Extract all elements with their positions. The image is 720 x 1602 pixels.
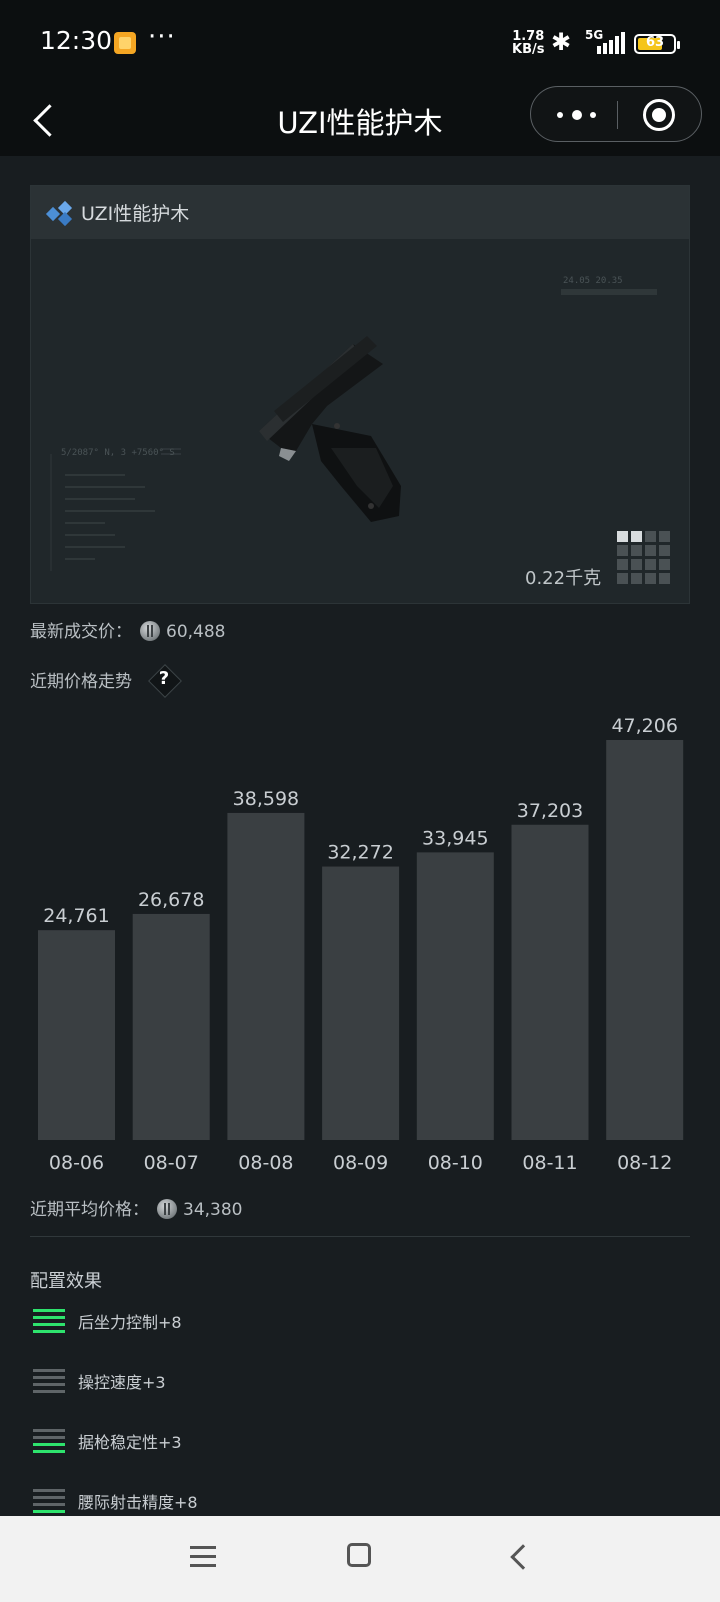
level-bars-icon: [33, 1429, 65, 1453]
latest-price-label: 最新成交价：: [30, 622, 132, 642]
average-price-label: 近期平均价格：: [30, 1200, 149, 1220]
network-speed-unit: KB/s: [512, 42, 545, 57]
chart-category-label: 08-06: [49, 1152, 104, 1174]
chart-bar: [227, 812, 305, 1140]
system-back-icon[interactable]: [508, 1544, 532, 1568]
chart-bar: [606, 740, 684, 1140]
battery-icon: 63: [634, 34, 680, 54]
chart-bar: [38, 930, 115, 1140]
chart-bar: [322, 866, 400, 1140]
level-bars-icon: [33, 1369, 65, 1393]
chart-value-label: 38,598: [233, 788, 299, 810]
chart-category-label: 08-12: [617, 1152, 672, 1174]
hud-top-readout: 24.05 20.35: [563, 276, 623, 286]
effect-label: 操控速度+3: [78, 1373, 166, 1392]
notes-app-icon: [114, 32, 136, 54]
weapon-part-image: [259, 336, 401, 522]
chart-value-label: 37,203: [517, 800, 583, 822]
miniprogram-capsule: [530, 86, 702, 142]
effect-label: 腰际射击精度+8: [78, 1493, 198, 1512]
help-icon-glyph: ?: [158, 668, 170, 689]
status-time: 12:30: [40, 26, 113, 55]
chart-category-label: 08-10: [428, 1152, 483, 1174]
hud-coordinates: 5/2087° N, 3 +7560° S: [61, 448, 175, 458]
battery-level: 63: [645, 35, 665, 50]
config-effects-title: 配置效果: [30, 1271, 102, 1292]
item-weight: 0.22千克: [525, 568, 602, 589]
coin-icon: [157, 1199, 177, 1219]
average-price-value: 34,380: [183, 1200, 243, 1220]
inventory-grid-icon: [617, 531, 673, 587]
level-bars-icon: [33, 1309, 65, 1333]
chart-category-label: 08-07: [144, 1152, 199, 1174]
price-trend-chart: 24,761 08-06 26,678 08-07 38,598 08-08 32,272 0…: [38, 715, 684, 1174]
capsule-divider: [617, 101, 618, 129]
section-divider: [30, 1236, 690, 1237]
signal-icon: [585, 30, 625, 54]
chart-value-label: 24,761: [43, 905, 109, 927]
chart-value-label: 26,678: [138, 889, 204, 911]
hud-decoration: [50, 289, 657, 571]
status-bar: 12:30 ··· 1.78 KB/s ✱ 5G 63: [0, 0, 720, 86]
chart-category-label: 08-08: [238, 1152, 293, 1174]
more-options-button[interactable]: [553, 95, 603, 133]
average-price: 近期平均价格： 34,380: [30, 1195, 242, 1220]
more-notifications-icon: ···: [148, 22, 176, 52]
item-card: UZI性能护木 24.05 20.35 5/2087° N, 3 +7560° …: [30, 185, 690, 604]
chart-bar: [416, 852, 494, 1140]
chart-category-label: 08-09: [333, 1152, 388, 1174]
recent-apps-icon[interactable]: [190, 1546, 216, 1568]
effect-label: 据枪稳定性+3: [78, 1433, 182, 1452]
network-speed: 1.78 KB/s: [512, 30, 544, 56]
home-icon[interactable]: [347, 1543, 371, 1567]
system-nav-bar: [0, 1516, 720, 1602]
help-icon[interactable]: ?: [147, 663, 181, 697]
latest-price-value: 60,488: [166, 622, 226, 642]
chart-bar: [132, 913, 210, 1140]
coin-icon: [140, 621, 160, 641]
level-bars-icon: [33, 1489, 65, 1513]
chart-value-label: 33,945: [422, 827, 488, 849]
price-trend-label: 近期价格走势: [30, 672, 132, 692]
effect-label: 后坐力控制+8: [78, 1313, 182, 1332]
latest-price: 最新成交价： 60,488: [30, 617, 225, 642]
nav-bar: UZI性能护木: [0, 86, 720, 156]
chart-category-label: 08-11: [522, 1152, 577, 1174]
chart-value-label: 32,272: [327, 842, 393, 864]
bluetooth-icon: ✱: [551, 28, 572, 56]
chart-value-label: 47,206: [611, 715, 677, 737]
chart-bar: [511, 824, 589, 1140]
close-miniprogram-button[interactable]: [641, 97, 677, 133]
